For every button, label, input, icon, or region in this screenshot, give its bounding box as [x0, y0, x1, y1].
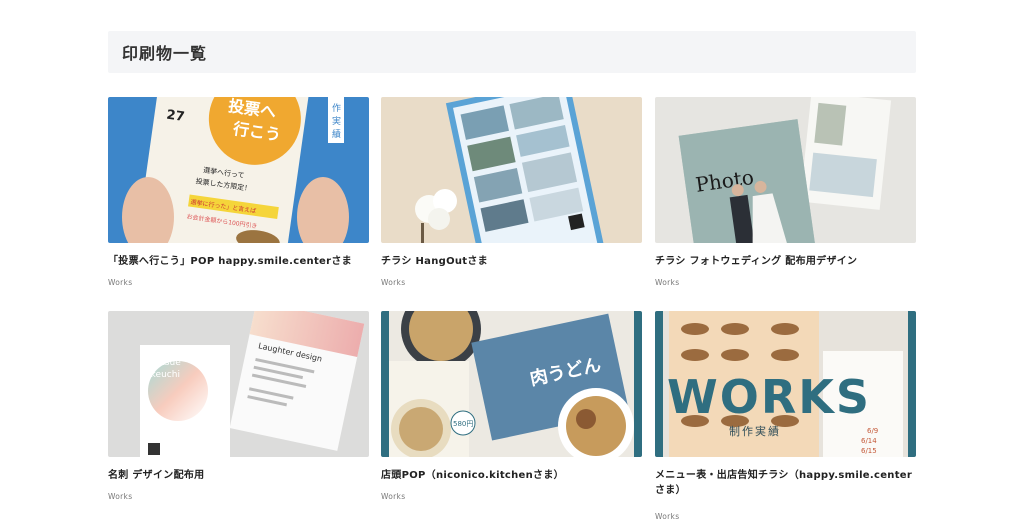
- work-title[interactable]: チラシ フォトウェディング 配布用デザイン: [655, 254, 916, 269]
- work-category[interactable]: Works: [108, 492, 369, 501]
- svg-text:580円: 580円: [453, 420, 473, 428]
- svg-text:作: 作: [332, 102, 341, 114]
- work-title[interactable]: チラシ HangOutさま: [381, 254, 642, 269]
- work-thumbnail[interactable]: Matsue Ikeuchi Laughter design: [108, 311, 369, 457]
- work-card[interactable]: 580円 肉うどん 店頭POP（niconico.kitchenさま） Work…: [381, 311, 642, 501]
- poster-image: 投票へ 行こう 27 選挙へ行って 投票した方限定！ 選挙に行った」と言えば お…: [108, 97, 369, 243]
- work-title[interactable]: 店頭POP（niconico.kitchenさま）: [381, 468, 642, 483]
- svg-text:Matsue: Matsue: [148, 358, 181, 368]
- work-thumbnail[interactable]: 6/9 6/14 6/15 WORKS 制作実績: [655, 311, 916, 457]
- business-card-image: Matsue Ikeuchi Laughter design: [108, 311, 369, 457]
- svg-text:27: 27: [165, 108, 185, 125]
- work-title[interactable]: 名刺 デザイン配布用: [108, 468, 369, 483]
- work-category[interactable]: Works: [108, 278, 369, 287]
- flyer-image: [381, 97, 642, 243]
- svg-text:6/14: 6/14: [861, 437, 877, 445]
- svg-text:6/15: 6/15: [861, 447, 877, 455]
- work-thumbnail[interactable]: 580円 肉うどん: [381, 311, 642, 457]
- work-category[interactable]: Works: [655, 512, 916, 521]
- shop-pop-image: 580円 肉うどん: [381, 311, 642, 457]
- work-card[interactable]: 投票へ 行こう 27 選挙へ行って 投票した方限定！ 選挙に行った」と言えば お…: [108, 97, 369, 287]
- work-card[interactable]: Photo チラシ フォトウェディング 配布用デザイン Works: [655, 97, 916, 287]
- work-category[interactable]: Works: [381, 278, 642, 287]
- wedding-flyer-image: Photo: [655, 97, 916, 243]
- work-title[interactable]: メニュー表・出店告知チラシ（happy.smile.centerさま）: [655, 468, 916, 498]
- svg-text:6/9: 6/9: [867, 427, 878, 435]
- svg-text:制作実績: 制作実績: [729, 424, 781, 438]
- work-card[interactable]: Matsue Ikeuchi Laughter design 名刺 デザイン配布…: [108, 311, 369, 501]
- work-category[interactable]: Works: [655, 278, 916, 287]
- svg-text:績: 績: [332, 128, 341, 140]
- work-title[interactable]: 「投票へ行こう」POP happy.smile.centerさま: [108, 254, 369, 269]
- work-category[interactable]: Works: [381, 492, 642, 501]
- svg-text:Ikeuchi: Ikeuchi: [148, 370, 180, 380]
- works-logo: WORKS: [667, 370, 871, 424]
- section-header: 印刷物一覧: [108, 31, 916, 73]
- work-card[interactable]: 6/9 6/14 6/15 WORKS 制作実績 メニュー表・出店告知チラシ（h…: [655, 311, 916, 521]
- work-thumbnail[interactable]: 投票へ 行こう 27 選挙へ行って 投票した方限定！ 選挙に行った」と言えば お…: [108, 97, 369, 243]
- svg-text:実: 実: [332, 115, 341, 127]
- work-card[interactable]: チラシ HangOutさま Works: [381, 97, 642, 287]
- menu-flyer-image: 6/9 6/14 6/15 WORKS 制作実績: [655, 311, 916, 457]
- page-title: 印刷物一覧: [122, 44, 208, 63]
- work-thumbnail[interactable]: [381, 97, 642, 243]
- work-thumbnail[interactable]: Photo: [655, 97, 916, 243]
